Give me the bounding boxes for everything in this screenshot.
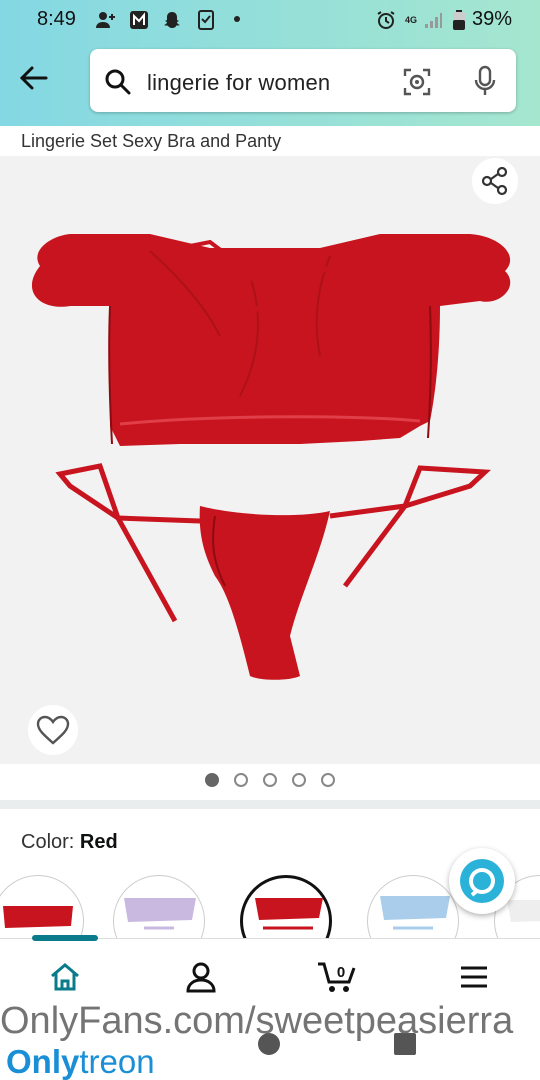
swatch-light-blue[interactable] — [367, 875, 459, 939]
account-icon[interactable] — [181, 957, 221, 997]
cart-count: 0 — [337, 964, 345, 981]
home-icon[interactable] — [45, 957, 85, 997]
color-label: Color: — [21, 831, 75, 853]
menu-icon[interactable] — [454, 957, 494, 997]
search-row: lingerie for women — [0, 46, 540, 116]
swatch-red-selected[interactable] — [240, 875, 332, 939]
product-title[interactable]: Lingerie Set Sexy Bra and Panty — [21, 131, 281, 152]
back-arrow-icon[interactable] — [16, 60, 52, 96]
snapchat-icon — [161, 9, 183, 31]
lingerie-image — [31, 234, 511, 680]
search-icon — [104, 68, 132, 96]
share-icon[interactable] — [472, 158, 518, 204]
carousel-dot[interactable] — [292, 773, 306, 787]
battery-percent: 39% — [472, 8, 513, 30]
alarm-icon — [375, 9, 397, 31]
app-n-icon — [128, 9, 150, 31]
watermark-brand-b: treon — [79, 1042, 155, 1080]
status-bar: 8:49 4G 39% — [0, 0, 540, 40]
watermark-brand-a: Only — [6, 1042, 80, 1080]
alexa-icon[interactable] — [449, 848, 515, 914]
watermark-logo: Only treon — [0, 1043, 161, 1080]
search-query: lingerie for women — [147, 70, 331, 95]
camera-lens-icon[interactable] — [402, 67, 432, 97]
signal-icon — [422, 9, 444, 31]
product-image[interactable] — [0, 156, 540, 764]
search-input[interactable]: lingerie for women — [90, 49, 516, 112]
network-type-icon: 4G — [404, 15, 417, 25]
color-selection: Color: Red — [21, 831, 118, 854]
notification-dot-icon — [234, 16, 240, 22]
cart-icon[interactable]: 0 — [317, 957, 357, 997]
microphone-icon[interactable] — [473, 65, 497, 97]
battery-icon — [448, 9, 470, 31]
image-carousel-dots — [205, 773, 335, 787]
carousel-dot[interactable] — [205, 773, 219, 787]
swatch-red[interactable] — [0, 875, 84, 939]
carousel-dot[interactable] — [234, 773, 248, 787]
status-time: 8:49 — [37, 8, 76, 30]
wishlist-heart-icon[interactable] — [28, 705, 78, 755]
carousel-dot[interactable] — [263, 773, 277, 787]
clipboard-icon — [195, 9, 217, 31]
swatch-lavender[interactable] — [113, 875, 205, 939]
home-tab-indicator — [32, 935, 98, 941]
carousel-dot[interactable] — [321, 773, 335, 787]
watermark-url: OnlyFans.com/sweetpeasierra — [0, 1000, 514, 1042]
section-divider — [0, 800, 540, 809]
color-value: Red — [79, 831, 118, 853]
add-contact-icon — [95, 9, 117, 31]
